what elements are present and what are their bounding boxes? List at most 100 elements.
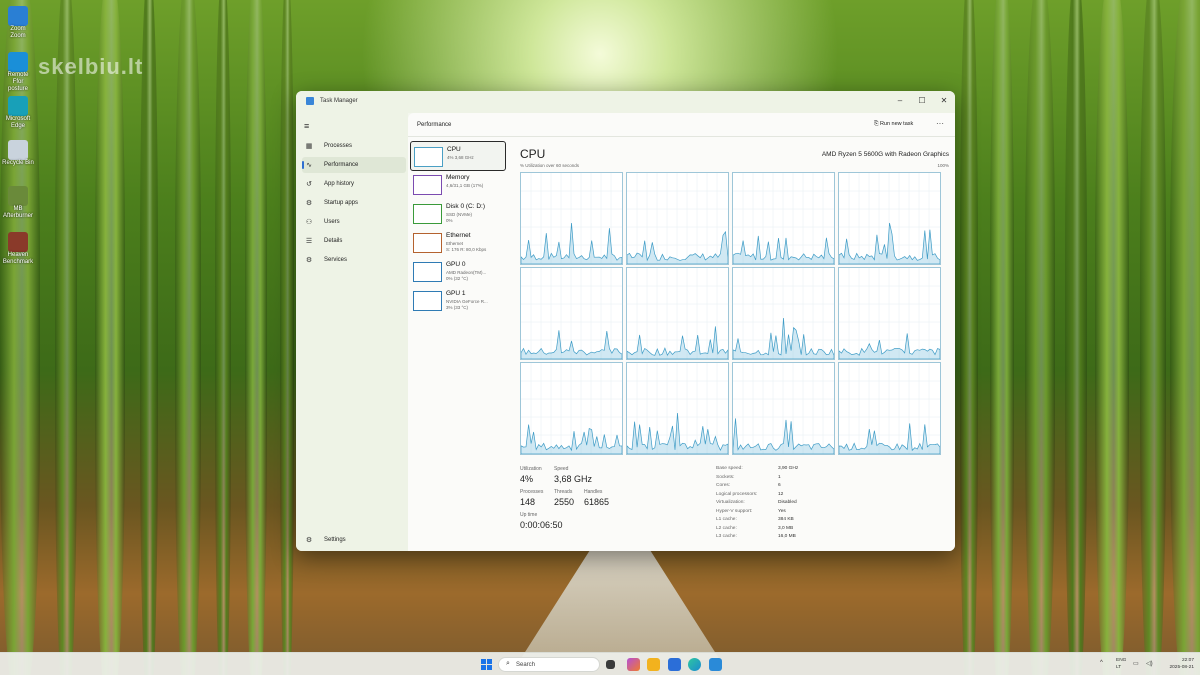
stat-value: 61865 xyxy=(584,497,610,507)
task-manager-taskbar-icon[interactable] xyxy=(709,658,722,671)
users-icon: ⚇ xyxy=(305,219,313,226)
folder-icon xyxy=(8,6,28,26)
spec-value: Disabled xyxy=(778,500,797,505)
stat-value: 148 xyxy=(520,497,536,507)
benchmark-icon xyxy=(8,232,28,252)
desktop-icon[interactable]: MB Afterburner xyxy=(2,186,34,220)
bamboo-stalk xyxy=(245,0,267,675)
core-sparkline xyxy=(838,173,941,265)
resource-name: Ethernet xyxy=(446,232,471,239)
task-manager-window: Task Manager – ☐ ✕ ≡ ▦ Processes ∿ Performa… xyxy=(296,91,955,551)
sidebar-item-users[interactable]: ⚇ Users xyxy=(302,214,406,230)
resource-detail: NVIDIA GeForce R... xyxy=(446,299,488,304)
sidebar-item-label: Settings xyxy=(324,537,346,543)
spec-value: 1 xyxy=(778,474,781,480)
resource-item-gpu-1[interactable]: GPU 1 NVIDIA GeForce R... 3% (33 °C) xyxy=(410,286,506,316)
resource-detail: 3% (33 °C) xyxy=(446,305,469,310)
spec-label: L2 cache: xyxy=(716,525,737,531)
resource-thumbnail-graph xyxy=(413,262,442,282)
cpu-heading: CPU xyxy=(520,147,546,161)
content-header: Performance ⎘ Run new task ··· xyxy=(408,113,955,137)
sidebar-item-app-history[interactable]: ↺ App history xyxy=(302,176,406,192)
desktop-icon[interactable]: Heaven Benchmark xyxy=(2,232,34,266)
resource-item-memory[interactable]: Memory 4,6/31,1 GB (17%) xyxy=(410,170,506,200)
sidebar-item-services[interactable]: ⚙ Services xyxy=(302,252,406,268)
spec-value: 384 KB xyxy=(778,517,794,522)
start-logo-tile xyxy=(481,665,486,670)
sidebar-item-performance[interactable]: ∿ Performance xyxy=(302,157,406,173)
resource-name: Memory xyxy=(446,174,470,181)
resource-item-ethernet[interactable]: Ethernet Ethernet S: 176 R: 80,0 Kbps xyxy=(410,228,506,258)
core-graph xyxy=(838,172,941,265)
desktop-icon[interactable]: Zoom Zoom xyxy=(2,6,34,40)
sidebar-item-details[interactable]: ☰ Details xyxy=(302,233,406,249)
core-graph xyxy=(732,362,835,455)
sidebar-item-label: Startup apps xyxy=(324,200,359,206)
bamboo-stalk xyxy=(175,0,201,675)
stat-value: 4% xyxy=(520,474,534,484)
core-sparkline xyxy=(732,173,835,265)
desktop-icon[interactable]: Recycle Bin xyxy=(2,140,34,167)
sidebar-item-processes[interactable]: ▦ Processes xyxy=(302,138,406,154)
resource-thumbnail-graph xyxy=(413,175,442,195)
stat-speed: Speed 3,68 GHz xyxy=(554,466,592,484)
stat-uptime: Up time 0:00:06:50 xyxy=(520,512,563,530)
taskbar: ⌕ Search ^ ENG LT ▭ ◁) 22:07 2025-08-21 xyxy=(0,652,1200,675)
resource-thumbnail-graph xyxy=(413,233,442,253)
sidebar-item-startup-apps[interactable]: ⚙ Startup apps xyxy=(302,195,406,211)
volume-icon[interactable]: ◁) xyxy=(1146,660,1153,667)
bamboo-stalk xyxy=(1095,0,1129,675)
core-sparkline xyxy=(838,363,941,455)
spec-label: Sockets: xyxy=(716,474,735,480)
desktop-icon-label: Microsoft Edge xyxy=(5,116,31,129)
start-logo-tile xyxy=(487,665,492,670)
clock[interactable]: 22:07 2025-08-21 xyxy=(1160,657,1194,671)
core-graph xyxy=(626,267,729,360)
more-options-button[interactable]: ··· xyxy=(936,119,944,128)
app-history-icon: ↺ xyxy=(306,181,312,188)
task-view-icon[interactable] xyxy=(606,660,615,669)
resource-item-gpu-0[interactable]: GPU 0 AMD Radeon(TM)... 0% (32 °C) xyxy=(410,257,506,287)
network-icon[interactable]: ▭ xyxy=(1133,660,1139,667)
bamboo-stalk xyxy=(990,0,1014,675)
taskbar-search[interactable]: ⌕ Search xyxy=(498,657,600,672)
start-button[interactable] xyxy=(481,659,492,670)
minimize-button[interactable]: – xyxy=(890,93,910,109)
startup-apps-icon: ⚙ xyxy=(305,200,313,207)
afterburner-icon xyxy=(8,186,28,206)
desktop-icon[interactable]: Remote Ffor posture xyxy=(2,52,34,93)
spec-label: Logical processors: xyxy=(716,491,758,497)
close-button[interactable]: ✕ xyxy=(934,93,954,109)
settings-icon: ⚙ xyxy=(305,537,313,544)
bamboo-stalk xyxy=(95,0,125,675)
core-sparkline xyxy=(838,268,941,360)
hamburger-menu-icon[interactable]: ≡ xyxy=(304,121,309,131)
keyboard-layout: LT xyxy=(1116,665,1122,670)
copilot-icon[interactable] xyxy=(627,658,640,671)
core-sparkline xyxy=(520,363,623,455)
clock-date: 2025-08-21 xyxy=(1169,665,1194,670)
tray-chevron-icon[interactable]: ^ xyxy=(1100,660,1103,666)
cpu-model-name: AMD Ryzen 5 5600G with Radeon Graphics xyxy=(821,151,949,158)
resource-item-disk-0[interactable]: Disk 0 (C: D:) SSD (NVMe) 0% xyxy=(410,199,506,229)
page-title: Performance xyxy=(417,122,452,128)
run-new-task-button[interactable]: ⎘ Run new task xyxy=(874,121,913,128)
microsoft-store-icon[interactable] xyxy=(668,658,681,671)
search-placeholder: Search xyxy=(516,662,536,668)
stat-label: Utilization xyxy=(520,466,542,472)
sidebar-item-label: Services xyxy=(324,257,348,263)
utilization-max: 100% xyxy=(937,163,949,168)
core-sparkline xyxy=(520,268,623,360)
resource-item-cpu[interactable]: CPU 4% 3,68 GHz xyxy=(410,141,506,171)
maximize-button[interactable]: ☐ xyxy=(912,93,932,109)
desktop-icon-label: Remote Ffor posture xyxy=(7,72,29,92)
file-explorer-icon[interactable] xyxy=(647,658,660,671)
core-sparkline xyxy=(520,173,623,265)
edge-icon[interactable] xyxy=(688,658,701,671)
desktop-icon[interactable]: Microsoft Edge xyxy=(2,96,34,130)
language-indicator[interactable]: ENG LT xyxy=(1116,657,1126,671)
sidebar-item-settings[interactable]: ⚙ Settings xyxy=(302,532,406,548)
resource-detail: 0% (32 °C) xyxy=(446,276,469,281)
title-bar[interactable]: Task Manager – ☐ ✕ xyxy=(296,91,955,113)
stat-value: 0:00:06:50 xyxy=(520,520,563,530)
